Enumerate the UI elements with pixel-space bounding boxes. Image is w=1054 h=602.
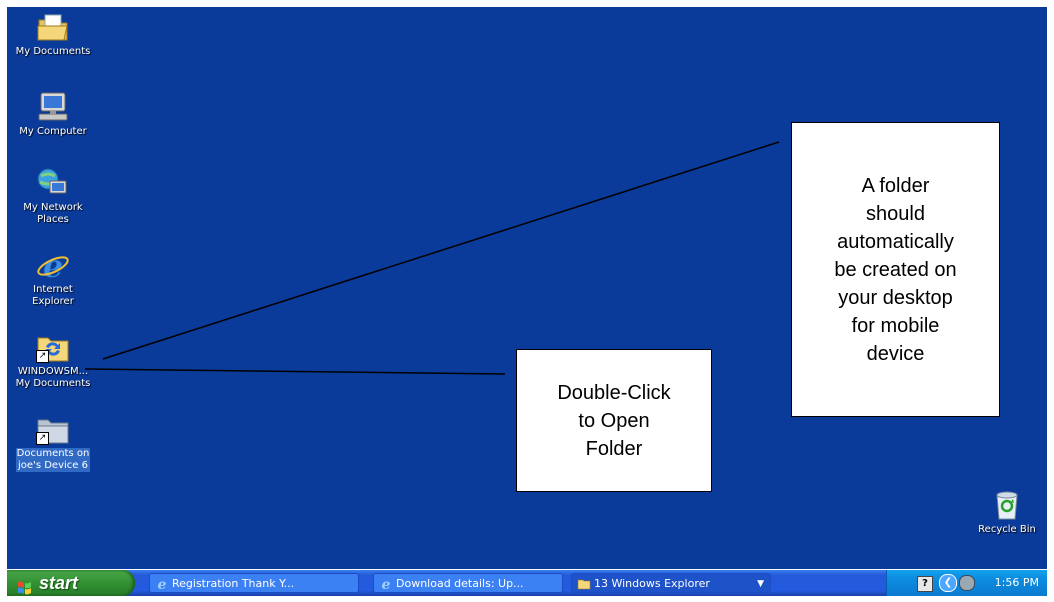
my-computer-icon bbox=[36, 91, 70, 123]
shortcut-arrow-icon: ↗ bbox=[36, 432, 49, 445]
start-button[interactable]: start bbox=[7, 570, 135, 596]
desktop-icon-my-documents[interactable]: My Documents bbox=[7, 11, 101, 58]
svg-text:e: e bbox=[43, 249, 63, 281]
desktop-icon-label: Recycle Bin bbox=[978, 524, 1036, 535]
desktop-icon-my-network-places[interactable]: My Network Places bbox=[7, 167, 101, 226]
system-tray: ? ❮ 1:56 PM bbox=[886, 570, 1047, 596]
task-label: Download details: Up... bbox=[396, 577, 524, 590]
help-icon[interactable]: ? bbox=[917, 576, 933, 592]
desktop-icon-label: My Computer bbox=[19, 126, 87, 137]
taskbar-button-windows-explorer[interactable]: 13 Windows Explorer ▼ bbox=[571, 573, 771, 593]
desktop-icon-internet-explorer[interactable]: e Internet Explorer bbox=[7, 247, 101, 308]
desktop-icon-label: Internet Explorer bbox=[32, 284, 74, 307]
desktop-icon-label: WINDOWSM... My Documents bbox=[15, 366, 91, 389]
desktop-icon-label: My Documents bbox=[15, 46, 91, 57]
start-label: start bbox=[39, 573, 79, 593]
activesync-icon[interactable] bbox=[959, 575, 975, 591]
taskbar-button-registration[interactable]: e Registration Thank Y... bbox=[149, 573, 359, 593]
desktop-icon-documents-on-device[interactable]: ↗ Documents on joe's Device 6 bbox=[7, 413, 101, 472]
desktop-icon-windowsm-my-documents[interactable]: ↗ WINDOWSM... My Documents bbox=[7, 331, 101, 390]
callout-folder-created: A folder should automatically be created… bbox=[791, 122, 1000, 417]
clock: 1:56 PM bbox=[994, 576, 1039, 589]
sync-folder-icon: ↗ bbox=[36, 331, 70, 363]
taskbar: start e Registration Thank Y... e Downlo… bbox=[7, 570, 1047, 596]
svg-text:e: e bbox=[158, 577, 167, 591]
desktop-icon-label: Documents on joe's Device 6 bbox=[15, 448, 91, 472]
ie-icon: e bbox=[155, 577, 169, 592]
folder-icon bbox=[577, 577, 591, 591]
svg-text:e: e bbox=[382, 577, 391, 591]
task-label: 13 Windows Explorer bbox=[594, 577, 710, 590]
desktop-icon-label: My Network Places bbox=[23, 202, 83, 225]
shortcut-arrow-icon: ↗ bbox=[36, 350, 49, 363]
group-dropdown-icon[interactable]: ▼ bbox=[757, 574, 764, 592]
callout-double-click: Double-Click to Open Folder bbox=[516, 349, 712, 492]
network-places-icon bbox=[36, 167, 70, 199]
tray-expand-icon[interactable]: ❮ bbox=[939, 574, 957, 592]
my-documents-icon bbox=[36, 11, 70, 43]
folder-icon: ↗ bbox=[36, 413, 70, 445]
task-label: Registration Thank Y... bbox=[172, 577, 295, 590]
taskbar-button-download-details[interactable]: e Download details: Up... bbox=[373, 573, 563, 593]
ie-icon: e bbox=[379, 577, 393, 592]
recycle-bin-icon bbox=[990, 489, 1024, 521]
windows-flag-icon bbox=[17, 576, 33, 595]
internet-explorer-icon: e bbox=[36, 247, 70, 285]
desktop-icon-my-computer[interactable]: My Computer bbox=[7, 91, 101, 138]
desktop-icon-recycle-bin[interactable]: Recycle Bin bbox=[959, 489, 1047, 536]
